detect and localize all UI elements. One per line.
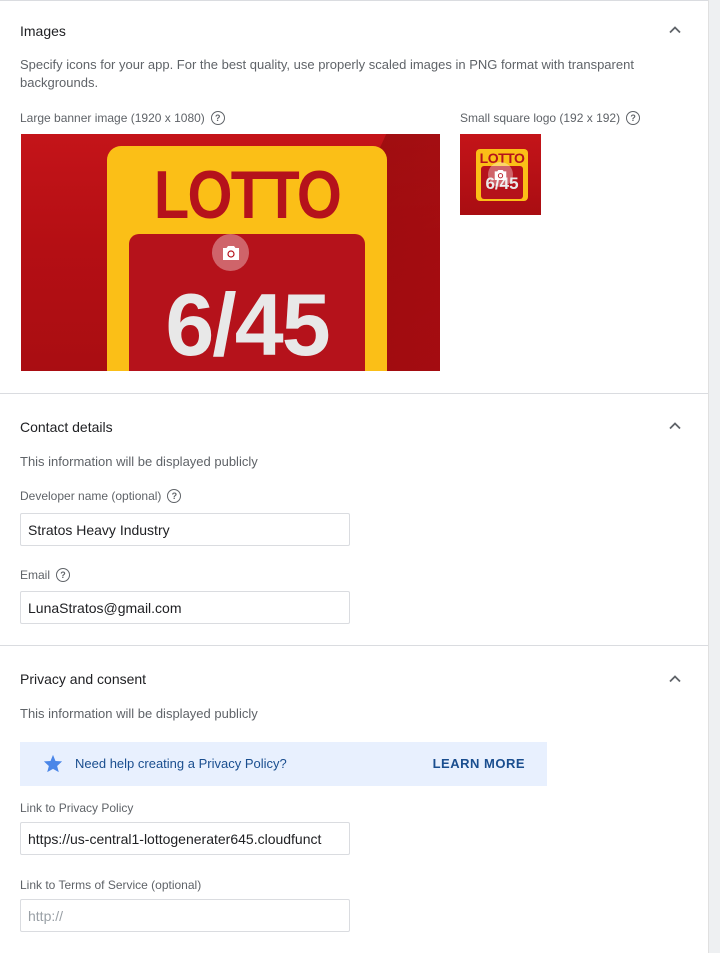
chevron-up-icon[interactable] xyxy=(668,672,682,686)
banner-artwork-number: 6/45 xyxy=(165,275,330,371)
chevron-up-icon[interactable] xyxy=(668,23,682,37)
images-description: Specify icons for your app. For the best… xyxy=(20,57,634,90)
developer-label: Developer name (optional) ? xyxy=(20,489,182,503)
camera-icon xyxy=(494,169,507,180)
banner-label-text: Large banner image (1920 x 1080) xyxy=(20,111,205,125)
app-settings-page: Images Specify icons for your app. For t… xyxy=(0,0,708,953)
privacy-help-banner: Need help creating a Privacy Policy? LEA… xyxy=(20,742,547,786)
banner-image-upload[interactable]: LOTTO 6/45 xyxy=(21,134,440,371)
developer-name-input[interactable] xyxy=(20,513,350,546)
contact-description: This information will be displayed publi… xyxy=(20,454,258,469)
images-section-title: Images xyxy=(20,23,66,39)
help-icon[interactable]: ? xyxy=(167,489,182,503)
logo-label: Small square logo (192 x 192) ? xyxy=(460,111,641,125)
help-icon[interactable]: ? xyxy=(210,111,225,125)
email-input[interactable] xyxy=(20,591,350,624)
logo-image-upload[interactable]: LOTTO 6/45 xyxy=(460,134,541,215)
scrollbar[interactable] xyxy=(708,0,720,953)
privacy-section: Privacy and consent This information wil… xyxy=(0,646,708,953)
help-icon[interactable]: ? xyxy=(626,111,641,125)
banner-label: Large banner image (1920 x 1080) ? xyxy=(20,111,225,125)
logo-label-text: Small square logo (192 x 192) xyxy=(460,111,621,125)
logo-camera-button[interactable] xyxy=(488,162,513,187)
privacy-policy-label: Link to Privacy Policy xyxy=(20,801,134,815)
star-icon xyxy=(43,754,63,773)
email-label-text: Email xyxy=(20,568,51,582)
camera-icon xyxy=(222,245,239,260)
developer-label-text: Developer name (optional) xyxy=(20,489,162,503)
learn-more-link[interactable]: LEARN MORE xyxy=(433,756,525,771)
terms-label: Link to Terms of Service (optional) xyxy=(20,878,202,892)
terms-of-service-input[interactable] xyxy=(20,899,350,932)
privacy-policy-input[interactable] xyxy=(20,822,350,855)
privacy-section-title: Privacy and consent xyxy=(20,671,147,687)
images-section: Images Specify icons for your app. For t… xyxy=(0,1,708,394)
email-label: Email ? xyxy=(20,568,71,582)
contact-section: Contact details This information will be… xyxy=(0,394,708,646)
help-icon[interactable]: ? xyxy=(56,568,71,582)
chevron-up-icon[interactable] xyxy=(668,419,682,433)
banner-camera-button[interactable] xyxy=(212,234,249,271)
privacy-description: This information will be displayed publi… xyxy=(20,706,258,721)
privacy-help-text: Need help creating a Privacy Policy? xyxy=(75,756,287,771)
banner-artwork-title: LOTTO xyxy=(153,157,342,233)
contact-section-title: Contact details xyxy=(20,419,113,435)
